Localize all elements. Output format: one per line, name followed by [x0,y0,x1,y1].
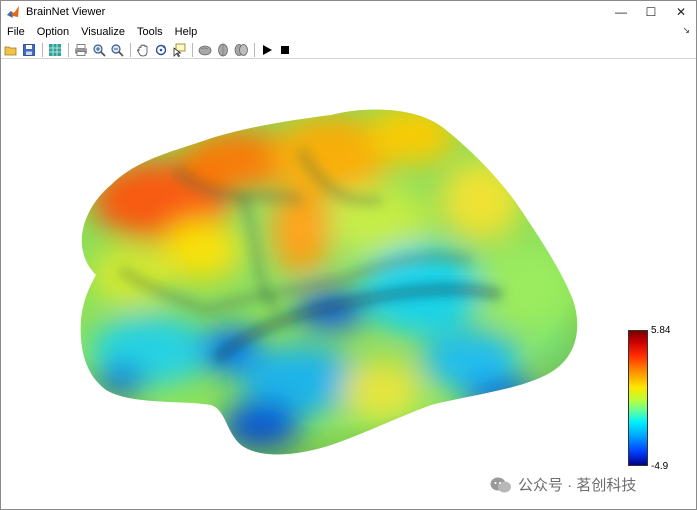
toolbar-separator [68,42,69,57]
watermark: 公众号 · 茗创科技 [490,474,636,495]
menu-tools[interactable]: Tools [131,23,169,41]
zoom-in-icon[interactable] [91,42,107,58]
zoom-out-icon[interactable] [109,42,125,58]
pan-icon[interactable] [135,42,151,58]
toolbar [1,41,696,59]
toolbar-separator [192,42,193,57]
menu-file[interactable]: File [1,23,31,41]
minimize-button[interactable]: — [606,1,636,23]
title-bar: BrainNet Viewer — ☐ ✕ [1,1,696,23]
play-icon[interactable] [259,42,275,58]
grid-icon[interactable] [47,42,63,58]
dock-arrow-icon[interactable]: ↘ [682,25,690,36]
view-medial-icon[interactable] [215,42,231,58]
stop-icon[interactable] [277,42,293,58]
colorbar-min-label: -4.9 [651,461,669,472]
data-cursor-icon[interactable] [171,42,187,58]
render-canvas[interactable]: 5.84 -4.9 公众号 · 茗创科技 [1,60,696,509]
menu-bar: File Option Visualize Tools Help ↘ [1,23,696,41]
print-icon[interactable] [73,42,89,58]
open-icon[interactable] [3,42,19,58]
close-button[interactable]: ✕ [666,1,696,23]
toolbar-separator [254,42,255,57]
toolbar-separator [130,42,131,57]
colorbar [628,330,648,466]
watermark-text: 公众号 · 茗创科技 [518,477,637,494]
maximize-button[interactable]: ☐ [636,1,666,23]
matlab-logo-icon [6,5,20,19]
colorbar-max-label: 5.84 [651,325,671,336]
wechat-logo-icon [490,476,512,494]
rotate-icon[interactable] [153,42,169,58]
window-title: BrainNet Viewer [26,6,106,18]
menu-visualize[interactable]: Visualize [75,23,131,41]
menu-help[interactable]: Help [169,23,204,41]
save-icon[interactable] [21,42,37,58]
menu-option[interactable]: Option [31,23,75,41]
brainnet-viewer-window: BrainNet Viewer — ☐ ✕ File Option Visual… [0,0,697,510]
brain-surface[interactable] [1,60,696,509]
toolbar-separator [42,42,43,57]
view-lateral-icon[interactable] [197,42,213,58]
view-full-icon[interactable] [233,42,249,58]
